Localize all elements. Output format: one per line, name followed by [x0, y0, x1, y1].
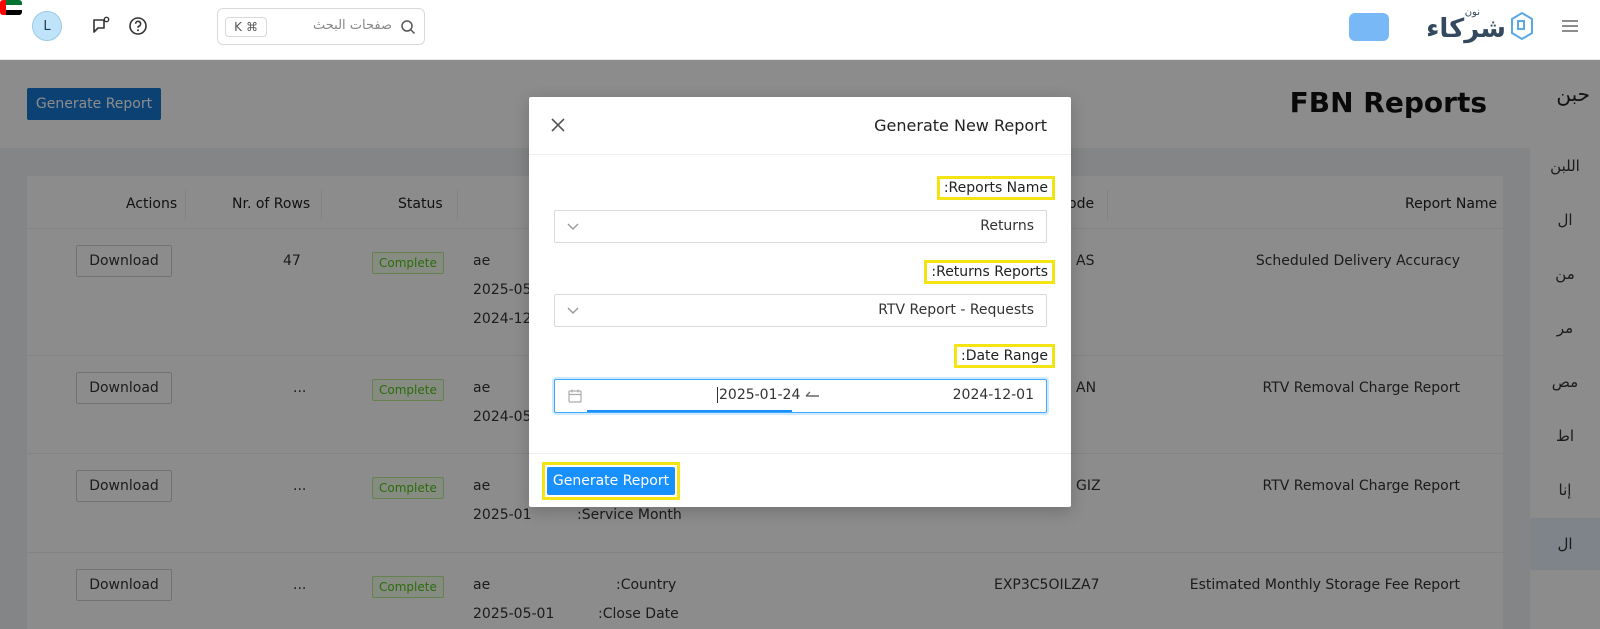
search-input[interactable]: صفحات البحث	[313, 18, 392, 33]
date-start-input[interactable]: 2024-12-01	[953, 387, 1034, 403]
menu-icon[interactable]	[1560, 16, 1580, 36]
generate-report-modal: Generate New Report :Reports Name Return…	[529, 97, 1071, 507]
reports-name-select[interactable]: Returns	[554, 210, 1047, 243]
modal-generate-report-button[interactable]: Generate Report	[547, 467, 675, 495]
shortcut-mod: ⌘	[245, 20, 258, 34]
returns-reports-select[interactable]: RTV Report - Requests	[554, 294, 1047, 327]
date-range-picker[interactable]: 2024-12-01 2025-01-24	[554, 379, 1047, 413]
date-end-input[interactable]: 2025-01-24	[717, 387, 800, 403]
user-avatar[interactable]: L	[32, 11, 62, 41]
search-icon	[400, 19, 416, 39]
calendar-icon	[567, 388, 583, 408]
modal-footer: Generate Report	[529, 453, 1071, 507]
returns-reports-label: :Returns Reports	[924, 260, 1055, 284]
top-bar: L K ⌘ صفحات البحث نون شركاء	[0, 0, 1600, 60]
arrow-left-icon	[804, 389, 820, 405]
search-box[interactable]: K ⌘ صفحات البحث	[217, 8, 425, 45]
chevron-down-icon	[567, 304, 579, 320]
account-pill[interactable]	[1349, 13, 1389, 41]
modal-header: Generate New Report	[529, 97, 1071, 155]
uae-flag-icon[interactable]	[0, 0, 22, 15]
returns-reports-value: RTV Report - Requests	[878, 302, 1034, 318]
chevron-down-icon	[567, 220, 579, 236]
close-icon[interactable]	[549, 116, 567, 134]
active-range-indicator	[587, 410, 792, 412]
help-icon[interactable]	[127, 15, 149, 37]
logo-text: شركاء	[1426, 14, 1506, 44]
date-range-label: :Date Range	[953, 344, 1055, 368]
shortcut-hint: K ⌘	[225, 17, 267, 37]
reports-name-label: :Reports Name	[936, 176, 1055, 200]
modal-title: Generate New Report	[874, 116, 1047, 135]
avatar-letter: L	[43, 18, 51, 34]
logo-mark-icon	[1508, 11, 1534, 45]
feedback-icon[interactable]	[90, 15, 112, 37]
logo[interactable]: نون شركاء	[1426, 4, 1536, 50]
reports-name-value: Returns	[980, 218, 1034, 234]
shortcut-key: K	[234, 20, 242, 34]
generate-button-highlight: Generate Report	[542, 462, 680, 500]
